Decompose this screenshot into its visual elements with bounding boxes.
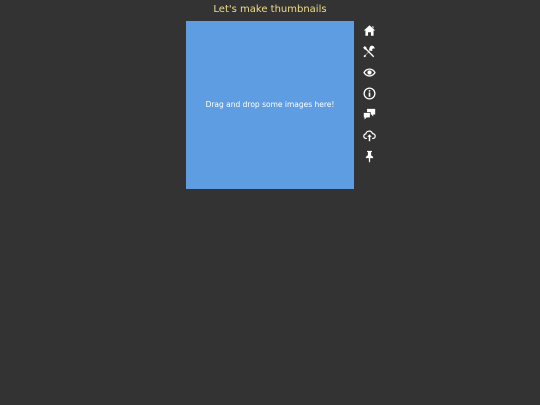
page-title: Let's make thumbnails (213, 4, 327, 15)
home-icon (363, 24, 375, 36)
pin-icon (365, 150, 373, 163)
tools-button[interactable] (360, 42, 378, 60)
home-button[interactable] (360, 21, 378, 39)
info-button[interactable] (360, 84, 378, 102)
comments-icon (363, 108, 375, 120)
tools-icon (362, 45, 375, 57)
cloud-upload-icon (362, 130, 376, 141)
info-icon (362, 86, 376, 100)
preview-button[interactable] (360, 63, 378, 81)
side-toolbar (360, 21, 378, 168)
pin-button[interactable] (360, 147, 378, 165)
eye-icon (362, 67, 376, 77)
upload-button[interactable] (360, 126, 378, 144)
dropzone-label: Drag and drop some images here! (205, 100, 335, 109)
comments-button[interactable] (360, 105, 378, 123)
page: Let's make thumbnails Drag and drop some… (0, 0, 540, 405)
image-dropzone[interactable]: Drag and drop some images here! (186, 21, 354, 189)
